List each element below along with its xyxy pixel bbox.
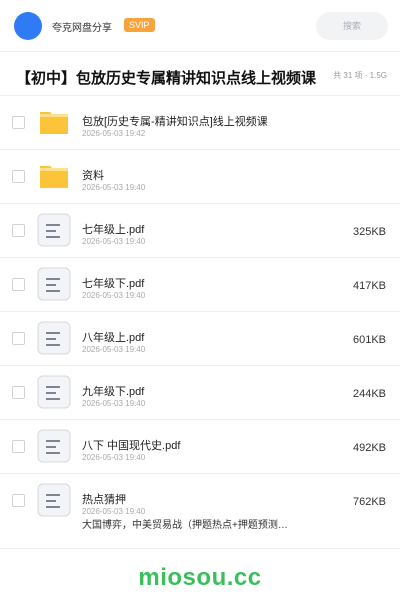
file-name: 七年级下.pdf [82, 278, 145, 290]
file-date: 2026-05-03 19:40 [82, 453, 146, 462]
file-size: 762KB [352, 496, 386, 508]
file-name: 资料 [82, 170, 104, 182]
page-title: 【初中】包放历史专属精讲知识点线上视频课 [16, 70, 317, 87]
document-icon [37, 429, 71, 463]
row-checkbox[interactable] [12, 332, 25, 345]
file-date: 2026-05-03 19:42 [82, 129, 146, 138]
file-row-1[interactable]: 资料 2026-05-03 19:40 [0, 150, 400, 204]
file-row-5[interactable]: 九年级下.pdf 2026-05-03 19:40 244KB [0, 366, 400, 420]
file-date: 2026-05-03 19:40 [82, 237, 146, 246]
file-row-4[interactable]: 八年级上.pdf 2026-05-03 19:40 601KB [0, 312, 400, 366]
document-icon [37, 321, 71, 355]
vip-badge: SVIP [124, 18, 155, 32]
file-name: 九年级下.pdf [82, 386, 145, 398]
file-row-6[interactable]: 八下 中国现代史.pdf 2026-05-03 19:40 492KB [0, 420, 400, 474]
document-icon [37, 483, 71, 517]
file-date: 2026-05-03 19:40 [82, 345, 146, 354]
file-date: 2026-05-03 19:40 [82, 399, 146, 408]
file-row-7[interactable]: 热点猜押 2026-05-03 19:40 762KB 大国博弈，中美贸易战（押… [0, 474, 400, 531]
row-checkbox[interactable] [12, 170, 25, 183]
search-input[interactable]: 搜索 [316, 12, 388, 40]
file-name: 八下 中国现代史.pdf [82, 440, 181, 452]
document-icon [37, 213, 71, 247]
file-summary: 共 31 项 · 1.5G [333, 71, 387, 80]
file-size: 325KB [352, 226, 386, 238]
folder-icon [37, 159, 71, 193]
row-checkbox[interactable] [12, 224, 25, 237]
top-bar: 夸克网盘分享 SVIP 搜索 [0, 0, 400, 52]
file-name: 包放[历史专属-精讲知识点]线上视频课 [82, 116, 268, 128]
row-checkbox[interactable] [12, 494, 25, 507]
file-description: 大国博弈，中美贸易战（押题热点+押题预测… [82, 520, 288, 531]
row-checkbox[interactable] [12, 440, 25, 453]
file-name: 热点猜押 [82, 494, 126, 506]
file-row-0[interactable]: 包放[历史专属-精讲知识点]线上视频课 2026-05-03 19:42 [0, 96, 400, 150]
file-size: 601KB [352, 334, 386, 346]
share-title-bar: 【初中】包放历史专属精讲知识点线上视频课 共 31 项 · 1.5G [0, 52, 400, 96]
row-checkbox[interactable] [12, 116, 25, 129]
username: 夸克网盘分享 [52, 23, 112, 34]
avatar[interactable] [14, 12, 42, 40]
watermark-logo: miosou.cc [138, 564, 262, 591]
file-date: 2026-05-03 19:40 [82, 507, 146, 516]
file-name: 八年级上.pdf [82, 332, 145, 344]
file-date: 2026-05-03 19:40 [82, 291, 146, 300]
row-checkbox[interactable] [12, 278, 25, 291]
document-icon [37, 375, 71, 409]
document-icon [37, 267, 71, 301]
file-list: 包放[历史专属-精讲知识点]线上视频课 2026-05-03 19:42 资料 … [0, 96, 400, 531]
file-row-2[interactable]: 七年级上.pdf 2026-05-03 19:40 325KB [0, 204, 400, 258]
file-size: 417KB [352, 280, 386, 292]
file-size: 244KB [352, 388, 386, 400]
file-name: 七年级上.pdf [82, 224, 145, 236]
file-size: 492KB [352, 442, 386, 454]
row-checkbox[interactable] [12, 386, 25, 399]
file-date: 2026-05-03 19:40 [82, 183, 146, 192]
file-row-3[interactable]: 七年级下.pdf 2026-05-03 19:40 417KB [0, 258, 400, 312]
folder-icon [37, 105, 71, 139]
